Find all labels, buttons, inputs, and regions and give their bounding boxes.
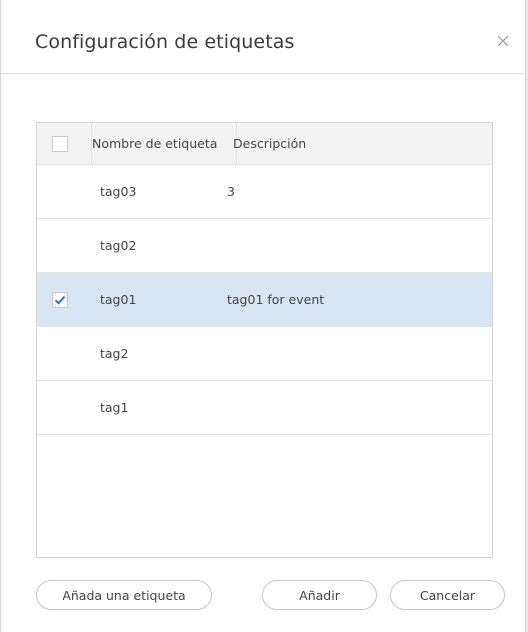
tag-name-cell: tag02 [100, 238, 137, 253]
tag-name-cell: tag03 [100, 184, 137, 199]
row-checkbox-checked[interactable] [52, 292, 68, 308]
select-all-cell [37, 123, 86, 164]
table-row[interactable]: tag02 [37, 219, 492, 273]
add-tag-button[interactable]: Añada una etiqueta [36, 580, 212, 610]
table-row[interactable]: tag03 3 [37, 165, 492, 219]
tag-description-cell: tag01 for event [227, 292, 325, 307]
select-all-checkbox[interactable] [52, 136, 68, 152]
table-row-selected[interactable]: tag01 tag01 for event [37, 273, 492, 327]
cancel-button[interactable]: Cancelar [390, 580, 505, 610]
dialog-header: Configuración de etiquetas [1, 0, 525, 74]
tag-name-cell: tag01 [100, 292, 137, 307]
dialog-title: Configuración de etiquetas [35, 31, 295, 53]
close-button[interactable] [493, 31, 513, 51]
table-row[interactable]: tag1 [37, 381, 492, 435]
tag-settings-dialog: Configuración de etiquetas Nombre de eti… [0, 0, 526, 632]
tag-description-cell: 3 [227, 184, 235, 199]
tag-name-cell: tag2 [100, 346, 129, 361]
tags-table: Nombre de etiqueta Descripción tag03 3 t… [36, 122, 493, 558]
table-row[interactable]: tag2 [37, 327, 492, 381]
table-header: Nombre de etiqueta Descripción [37, 123, 492, 165]
column-header-description: Descripción [233, 136, 307, 151]
add-button[interactable]: Añadir [262, 580, 377, 610]
close-icon [497, 35, 509, 47]
column-header-name: Nombre de etiqueta [91, 123, 237, 164]
column-header-name-label: Nombre de etiqueta [92, 136, 218, 151]
checkmark-icon [54, 295, 66, 305]
tag-name-cell: tag1 [100, 400, 129, 415]
